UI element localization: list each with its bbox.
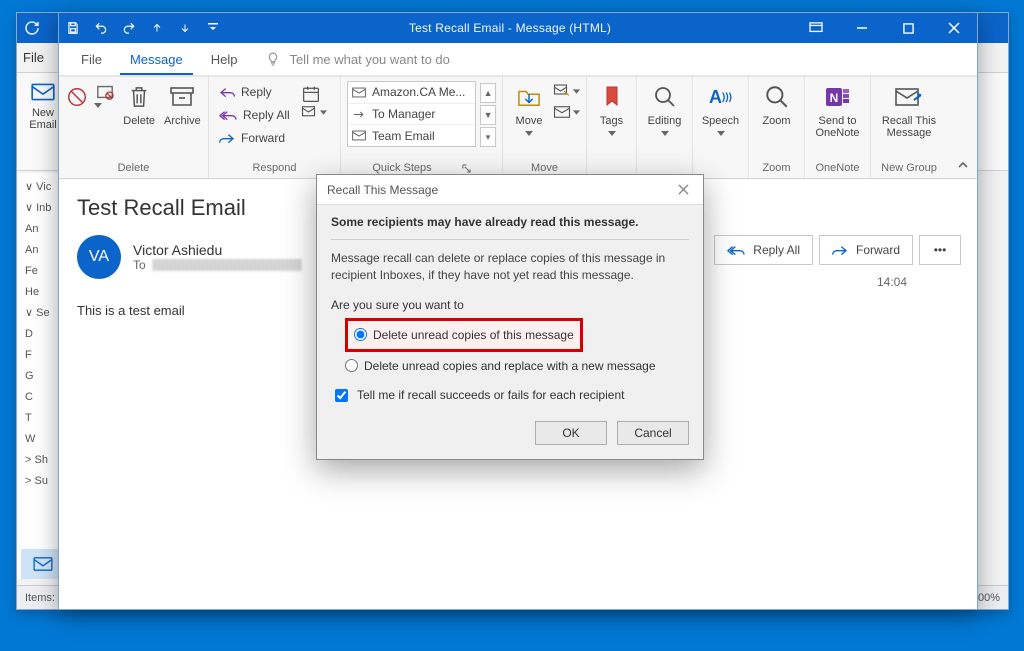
qat-redo-icon[interactable] [115, 13, 143, 43]
editing-button[interactable]: Editing [643, 81, 686, 136]
quick-step-item[interactable]: To Manager [348, 104, 475, 126]
ok-button[interactable]: OK [535, 421, 607, 445]
window-title: Test Recall Email - Message (HTML) [227, 21, 793, 35]
junk-dropdown[interactable] [94, 81, 116, 108]
dialog-text: Message recall can delete or replace cop… [331, 250, 689, 284]
forward-button[interactable]: Forward [215, 127, 289, 149]
tab-file[interactable]: File [71, 46, 112, 73]
to-line: To [133, 258, 302, 272]
reply-all-button[interactable]: Reply All [215, 104, 294, 126]
reply-button[interactable]: Reply [215, 81, 276, 103]
ribbon-display-icon[interactable] [793, 13, 839, 43]
ignore-button[interactable] [65, 81, 90, 111]
more-actions-button[interactable]: ••• [919, 235, 961, 265]
maximize-button[interactable] [885, 13, 931, 43]
forward-action[interactable]: Forward [819, 235, 913, 265]
archive-button[interactable]: Archive [163, 81, 202, 127]
radio-replace[interactable]: Delete unread copies and replace with a … [345, 356, 689, 376]
sender-name: Victor Ashiedu [133, 242, 302, 258]
svg-text:N: N [829, 91, 838, 105]
actions-button[interactable] [553, 105, 580, 119]
minimize-button[interactable] [839, 13, 885, 43]
reply-all-action[interactable]: Reply All [714, 235, 813, 265]
quick-step-item[interactable]: Amazon.CA Me... [348, 82, 475, 104]
quick-steps-gallery[interactable]: Amazon.CA Me... To Manager Team Email [347, 81, 476, 147]
qat-save-icon[interactable] [59, 13, 87, 43]
message-titlebar: Test Recall Email - Message (HTML) [59, 13, 977, 43]
qat-undo-icon[interactable] [87, 13, 115, 43]
recall-dialog: Recall This Message Some recipients may … [316, 174, 704, 460]
quick-steps-scroll[interactable]: ▲▼▾ [480, 81, 496, 147]
move-button[interactable]: Move [509, 81, 549, 136]
close-button[interactable] [931, 13, 977, 43]
sync-icon[interactable] [17, 20, 47, 36]
message-time: 14:04 [877, 275, 907, 289]
avatar: VA [77, 235, 121, 279]
tags-button[interactable]: Tags [593, 81, 630, 136]
meeting-button[interactable] [301, 85, 327, 103]
ribbon: Delete Archive Delete Reply Reply All Fo… [59, 77, 977, 179]
zoom-button[interactable]: Zoom [755, 81, 798, 127]
ribbon-tabs: File Message Help Tell me what you want … [59, 43, 977, 77]
highlighted-option: Delete unread copies of this message [345, 318, 583, 352]
recipient-redacted [152, 259, 302, 271]
radio-replace-input[interactable] [345, 359, 358, 372]
qat-next-icon[interactable] [171, 13, 199, 43]
speech-button[interactable]: A))) Speech [699, 81, 742, 136]
qat-prev-icon[interactable] [143, 13, 171, 43]
collapse-ribbon-icon[interactable] [955, 158, 971, 174]
delete-button[interactable]: Delete [120, 81, 159, 127]
tab-message[interactable]: Message [120, 46, 193, 75]
message-quick-actions: Reply All Forward ••• [714, 235, 961, 265]
group-label-zoom: Zoom [755, 160, 798, 178]
recall-this-message-button[interactable]: Recall This Message [877, 81, 941, 139]
qat-customize-icon[interactable] [199, 13, 227, 43]
group-label-onenote: OneNote [811, 160, 864, 178]
tell-me-search[interactable]: Tell me what you want to do [265, 51, 449, 67]
rules-button[interactable] [553, 83, 580, 99]
dialog-prompt: Are you sure you want to [331, 298, 689, 312]
group-label-new: New Group [877, 160, 941, 178]
radio-delete-unread[interactable]: Delete unread copies of this message [354, 325, 574, 345]
tab-help[interactable]: Help [201, 46, 248, 73]
bulb-icon [265, 51, 281, 67]
tell-me-checkbox[interactable]: Tell me if recall succeeds or fails for … [331, 386, 689, 405]
quick-step-item[interactable]: Team Email [348, 125, 475, 146]
dialog-headline: Some recipients may have already read th… [331, 215, 689, 229]
cancel-button[interactable]: Cancel [617, 421, 689, 445]
radio-delete-unread-input[interactable] [354, 328, 367, 341]
dialog-close-button[interactable] [673, 180, 693, 200]
send-to-onenote-button[interactable]: N Send to OneNote [811, 81, 864, 139]
group-label-delete: Delete [65, 160, 202, 178]
dialog-title: Recall This Message [327, 183, 438, 197]
dialog-launcher-icon[interactable] [462, 164, 471, 173]
tell-me-checkbox-input[interactable] [335, 389, 348, 402]
more-respond-button[interactable] [301, 105, 327, 119]
